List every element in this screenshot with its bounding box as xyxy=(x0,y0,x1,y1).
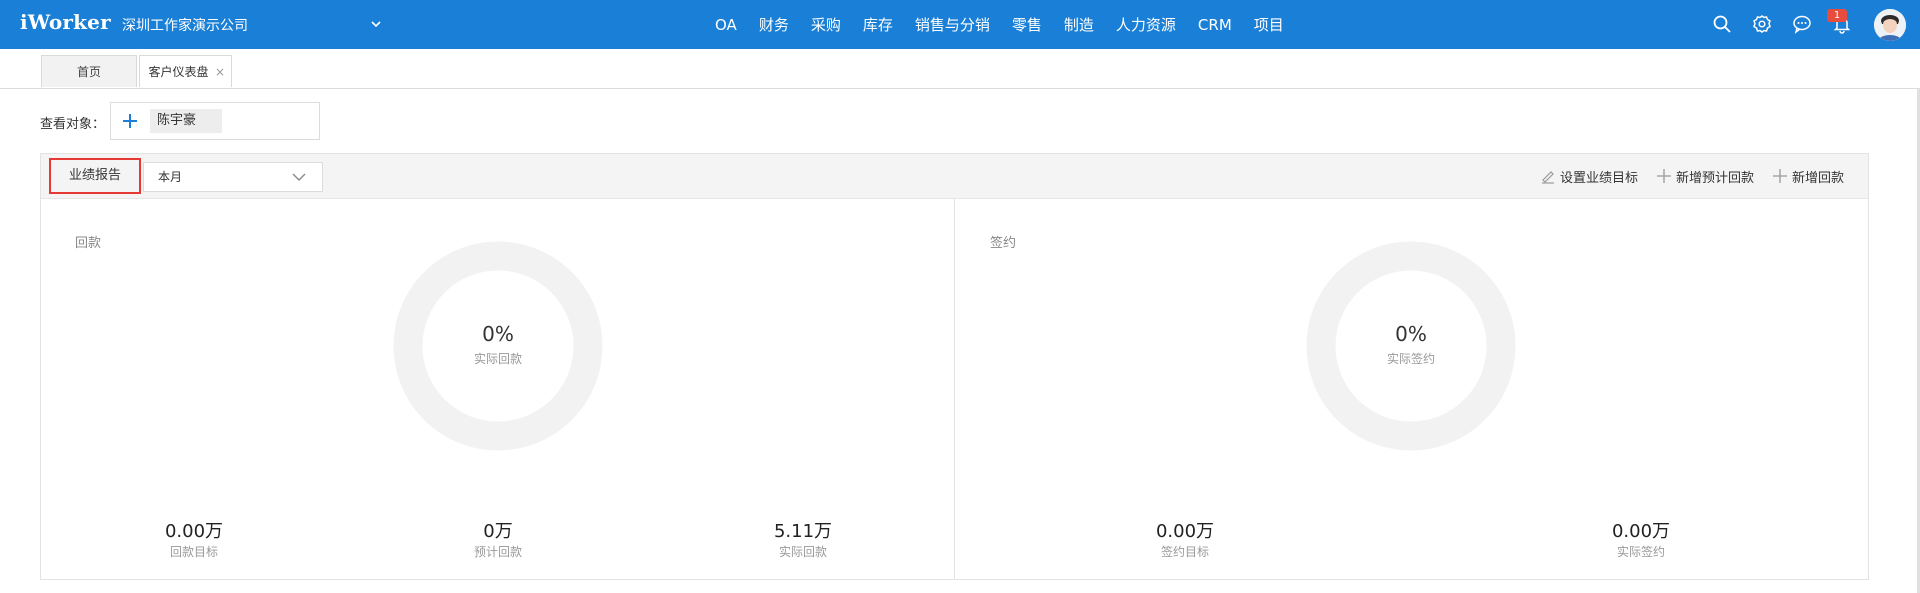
report-title-tab[interactable]: 业绩报告 xyxy=(49,158,141,194)
tab-bar: 首页 客户仪表盘 × xyxy=(0,49,1920,89)
chat-icon[interactable] xyxy=(1792,14,1812,34)
user-avatar-icon xyxy=(1874,9,1906,41)
search-icon[interactable] xyxy=(1712,14,1732,34)
set-target-button[interactable]: 设置业绩目标 xyxy=(1540,167,1638,186)
selected-person-chip[interactable]: 陈宇豪 xyxy=(150,109,222,133)
nav-project[interactable]: 项目 xyxy=(1254,14,1284,35)
tab-home-label: 首页 xyxy=(76,65,101,79)
plus-icon xyxy=(1772,169,1787,183)
contract-target-value: 0.00万 xyxy=(1155,521,1215,542)
contract-donut-ring xyxy=(1306,241,1516,451)
avatar[interactable] xyxy=(1874,9,1906,41)
payment-donut-ring xyxy=(393,241,603,451)
payment-percent: 0% xyxy=(482,322,514,346)
plus-icon xyxy=(1656,169,1671,183)
nav-crm[interactable]: CRM xyxy=(1198,16,1232,34)
actual-payment-value: 5.11万 xyxy=(773,521,833,542)
actual-contract-value: 0.00万 xyxy=(1611,521,1671,542)
payment-target-label: 回款目标 xyxy=(169,545,218,559)
add-payment-button[interactable]: 新增回款 xyxy=(1772,167,1844,186)
nav-hr[interactable]: 人力资源 xyxy=(1116,14,1176,35)
actual-contract-label: 实际签约 xyxy=(1616,545,1665,559)
chevron-down-icon xyxy=(292,173,306,181)
nav-inventory[interactable]: 库存 xyxy=(863,14,893,35)
gear-icon[interactable] xyxy=(1752,14,1772,34)
header-actions: 设置业绩目标 新增预计回款 新增回款 xyxy=(1522,154,1844,198)
payment-card: 回款 0% 实际回款 0.00万 回款目标 0万 预计回款 5.11万 实际回款 xyxy=(41,199,955,580)
view-object-label: 查看对象： xyxy=(40,117,106,132)
payment-card-title: 回款 xyxy=(75,236,102,251)
period-select-value: 本月 xyxy=(158,170,183,184)
company-selector[interactable]: 深圳工作家演示公司 xyxy=(122,15,248,35)
add-expected-payment-label: 新增预计回款 xyxy=(1675,170,1754,186)
close-icon[interactable]: × xyxy=(215,56,225,88)
nav-finance[interactable]: 财务 xyxy=(759,14,789,35)
nav-oa[interactable]: OA xyxy=(715,16,737,34)
expected-payment-value: 0万 xyxy=(483,521,513,542)
actual-contract-stat: 0.00万 实际签约 xyxy=(1561,521,1721,561)
performance-report-panel: 业绩报告 本月 设置业绩目标 新增预计回款 新增回款 回款 0% 实际回款 0.… xyxy=(40,153,1869,580)
contract-target-label: 签约目标 xyxy=(1160,545,1209,559)
add-payment-label: 新增回款 xyxy=(1791,170,1844,186)
view-object-field[interactable]: 陈宇豪 xyxy=(110,102,320,140)
expected-payment-stat: 0万 预计回款 xyxy=(418,521,578,561)
notification-badge: 1 xyxy=(1827,9,1847,22)
contract-center-label: 实际签约 xyxy=(1386,352,1435,366)
chevron-down-icon[interactable] xyxy=(369,17,383,31)
actual-payment-stat: 5.11万 实际回款 xyxy=(723,521,883,561)
plus-icon[interactable] xyxy=(121,112,139,130)
payment-target-value: 0.00万 xyxy=(164,521,224,542)
brand-logo[interactable]: iWorker xyxy=(20,10,111,34)
nav-sales[interactable]: 销售与分销 xyxy=(915,14,990,35)
contract-target-stat: 0.00万 签约目标 xyxy=(1105,521,1265,561)
contract-card: 签约 0% 实际签约 0.00万 签约目标 0.00万 实际签约 xyxy=(956,199,1868,580)
nav-manufacturing[interactable]: 制造 xyxy=(1064,14,1094,35)
nav-purchase[interactable]: 采购 xyxy=(811,14,841,35)
payment-donut-chart: 0% 实际回款 xyxy=(393,241,603,451)
payment-center-label: 实际回款 xyxy=(473,352,522,366)
contract-card-title: 签约 xyxy=(990,236,1017,251)
payment-target-stat: 0.00万 回款目标 xyxy=(114,521,274,561)
expected-payment-label: 预计回款 xyxy=(473,545,522,559)
actual-payment-label: 实际回款 xyxy=(778,545,827,559)
tab-customer-dashboard-label: 客户仪表盘 xyxy=(148,65,209,79)
contract-donut-chart: 0% 实际签约 xyxy=(1306,241,1516,451)
top-bar: iWorker 深圳工作家演示公司 OA 财务 采购 库存 销售与分销 零售 制… xyxy=(0,0,1920,49)
pencil-icon xyxy=(1541,171,1554,184)
panel-header: 业绩报告 本月 设置业绩目标 新增预计回款 新增回款 xyxy=(41,154,1868,199)
main-nav: OA 财务 采购 库存 销售与分销 零售 制造 人力资源 CRM 项目 xyxy=(715,0,1306,49)
period-select[interactable]: 本月 xyxy=(143,162,323,192)
nav-retail[interactable]: 零售 xyxy=(1012,14,1042,35)
set-target-label: 设置业绩目标 xyxy=(1559,170,1638,186)
tab-home[interactable]: 首页 xyxy=(41,55,137,87)
tab-customer-dashboard[interactable]: 客户仪表盘 × xyxy=(139,55,232,87)
contract-percent: 0% xyxy=(1395,322,1427,346)
add-expected-payment-button[interactable]: 新增预计回款 xyxy=(1656,167,1754,186)
